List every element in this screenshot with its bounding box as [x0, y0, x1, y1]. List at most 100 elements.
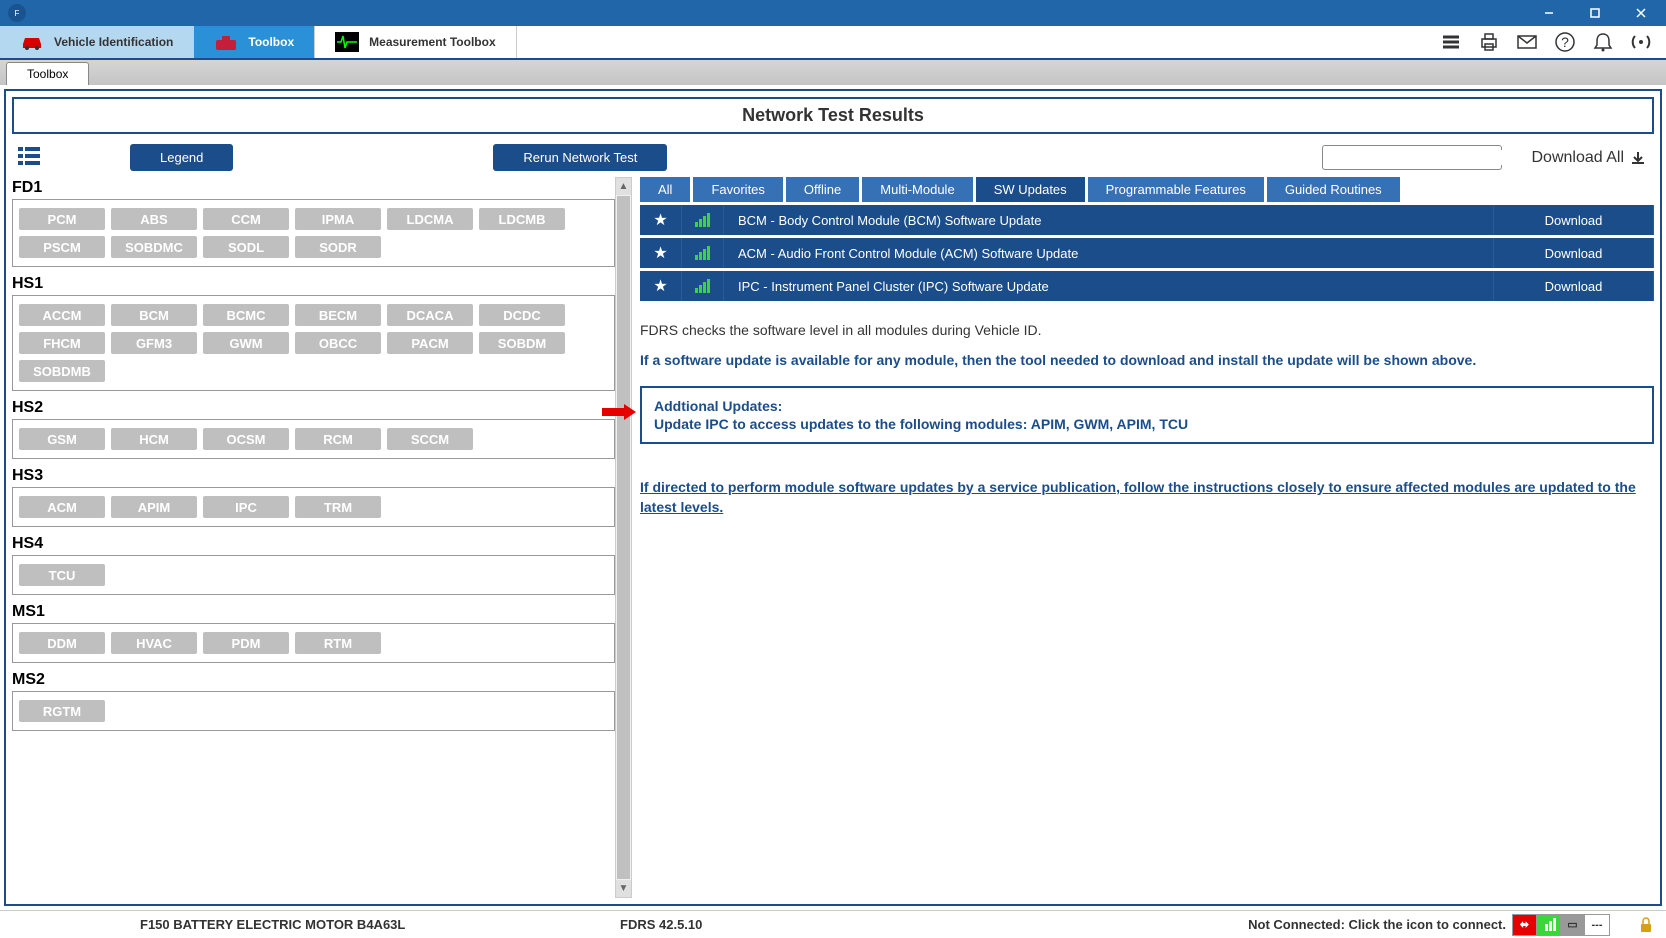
module-chip[interactable]: TRM [295, 496, 381, 518]
additional-updates-box: Addtional Updates: Update IPC to access … [640, 386, 1654, 444]
module-chip[interactable]: IPMA [295, 208, 381, 230]
module-chip[interactable]: RCM [295, 428, 381, 450]
nav-tab-label: Toolbox [248, 35, 294, 49]
module-chip[interactable]: HCM [111, 428, 197, 450]
module-chip[interactable]: BCMC [203, 304, 289, 326]
module-chip[interactable]: SODL [203, 236, 289, 258]
signal-icon [682, 271, 724, 301]
module-chip[interactable]: CCM [203, 208, 289, 230]
car-icon [20, 32, 44, 52]
module-chip[interactable]: SOBDMC [111, 236, 197, 258]
module-chip[interactable]: BCM [111, 304, 197, 326]
module-chip[interactable]: OBCC [295, 332, 381, 354]
filter-tab[interactable]: Multi-Module [862, 177, 972, 202]
module-chip[interactable]: PSCM [19, 236, 105, 258]
nav-tab-label: Measurement Toolbox [369, 35, 495, 49]
module-chip[interactable]: OCSM [203, 428, 289, 450]
underline-note: If directed to perform module software u… [640, 478, 1654, 517]
module-chip[interactable]: SODR [295, 236, 381, 258]
module-chip[interactable]: SCCM [387, 428, 473, 450]
download-button[interactable]: Download [1494, 238, 1654, 268]
module-chip[interactable]: IPC [203, 496, 289, 518]
maximize-button[interactable] [1572, 0, 1618, 26]
nav-tab-measurement[interactable]: Measurement Toolbox [315, 26, 516, 58]
network-header: HS1 [12, 273, 615, 295]
module-chip[interactable]: PACM [387, 332, 473, 354]
scrollbar[interactable]: ▲ ▼ [615, 177, 632, 898]
favorite-button[interactable]: ★ [640, 271, 682, 301]
network-header: HS3 [12, 465, 615, 487]
status-version: FDRS 42.5.10 [620, 917, 702, 932]
rerun-network-test-button[interactable]: Rerun Network Test [493, 144, 667, 171]
svg-text:?: ? [1561, 34, 1569, 50]
status-error-icon[interactable]: ⬌ [1513, 915, 1537, 935]
nav-tab-vehicle-id[interactable]: Vehicle Identification [0, 26, 194, 58]
scroll-down-button[interactable]: ▼ [616, 880, 631, 897]
page-title: Network Test Results [12, 97, 1654, 134]
info-text: FDRS checks the software level in all mo… [640, 322, 1654, 338]
status-signal-icon[interactable] [1537, 915, 1561, 935]
close-button[interactable] [1618, 0, 1664, 26]
legend-button[interactable]: Legend [130, 144, 233, 171]
module-chip[interactable]: HVAC [111, 632, 197, 654]
filter-tab[interactable]: Favorites [693, 177, 782, 202]
module-chip[interactable]: GFM3 [111, 332, 197, 354]
module-chip[interactable]: SOBDM [479, 332, 565, 354]
favorite-button[interactable]: ★ [640, 238, 682, 268]
module-chip[interactable]: ABS [111, 208, 197, 230]
module-chip[interactable]: DDM [19, 632, 105, 654]
filter-tab[interactable]: All [640, 177, 690, 202]
filter-tab[interactable]: Programmable Features [1088, 177, 1264, 202]
download-button[interactable]: Download [1494, 205, 1654, 235]
info-bold: If a software update is available for an… [640, 352, 1654, 368]
list-view-icon[interactable] [18, 145, 40, 171]
network-section: HS3 ACM APIM IPC TRM [12, 465, 615, 527]
module-chip[interactable]: FHCM [19, 332, 105, 354]
module-chip[interactable]: RGTM [19, 700, 105, 722]
scroll-thumb[interactable] [617, 196, 630, 879]
module-chip[interactable]: GSM [19, 428, 105, 450]
module-chip[interactable]: DCACA [387, 304, 473, 326]
bell-icon[interactable] [1590, 29, 1616, 55]
minimize-button[interactable] [1526, 0, 1572, 26]
nav-tab-toolbox[interactable]: Toolbox [194, 26, 315, 58]
network-section: HS4TCU [12, 533, 615, 595]
module-chip[interactable]: APIM [111, 496, 197, 518]
scroll-up-button[interactable]: ▲ [616, 178, 631, 195]
module-chip[interactable]: BECM [295, 304, 381, 326]
status-dash-icon[interactable]: --- [1585, 915, 1609, 935]
download-all-button[interactable]: Download All [1532, 149, 1647, 167]
update-name: IPC - Instrument Panel Cluster (IPC) Sof… [724, 271, 1494, 301]
filter-tab[interactable]: SW Updates [976, 177, 1085, 202]
search-box[interactable] [1322, 145, 1502, 170]
menu-icon[interactable] [1438, 29, 1464, 55]
status-vci-icon[interactable]: ▭ [1561, 915, 1585, 935]
module-chip[interactable]: PCM [19, 208, 105, 230]
module-chip[interactable]: SOBDMB [19, 360, 105, 382]
module-chip[interactable]: LDCMA [387, 208, 473, 230]
module-chip[interactable]: ACCM [19, 304, 105, 326]
module-chip[interactable]: TCU [19, 564, 105, 586]
filter-tab[interactable]: Offline [786, 177, 859, 202]
print-icon[interactable] [1476, 29, 1502, 55]
module-chip[interactable]: ACM [19, 496, 105, 518]
network-section: HS1 ACCM BCM BCMC BECM DCACA DCDC FHCM GFM3 GWM OB… [12, 273, 615, 391]
favorite-button[interactable]: ★ [640, 205, 682, 235]
broadcast-icon[interactable] [1628, 29, 1654, 55]
help-icon[interactable]: ? [1552, 29, 1578, 55]
toolbox-icon [214, 32, 238, 52]
filter-tab[interactable]: Guided Routines [1267, 177, 1400, 202]
sub-tab-toolbox[interactable]: Toolbox [6, 62, 89, 85]
network-body: DDM HVAC PDM RTM [12, 623, 615, 663]
module-chip[interactable]: LDCMB [479, 208, 565, 230]
lock-icon[interactable] [1636, 915, 1656, 935]
module-chip[interactable]: DCDC [479, 304, 565, 326]
module-chip[interactable]: PDM [203, 632, 289, 654]
module-chip[interactable]: RTM [295, 632, 381, 654]
signal-icon [682, 238, 724, 268]
network-section: MS2RGTM [12, 669, 615, 731]
mail-icon[interactable] [1514, 29, 1540, 55]
download-button[interactable]: Download [1494, 271, 1654, 301]
search-input[interactable] [1331, 150, 1507, 165]
module-chip[interactable]: GWM [203, 332, 289, 354]
